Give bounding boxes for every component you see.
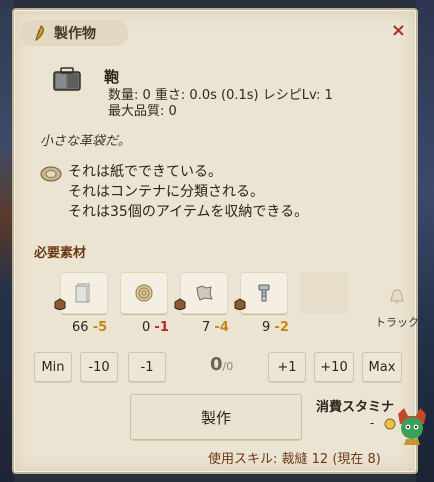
used-skill-line: 使用スキル: 裁縫 12 (現在 8) (208, 452, 381, 467)
quantity-max-button[interactable]: Max (362, 352, 402, 382)
item-stats: 数量: 0 重さ: 0.0s (0.1s) レシピLv: 1 最大品質: 0 (108, 88, 333, 120)
property-line: それはコンテナに分類される。 (68, 184, 264, 200)
quantity-minus1-button[interactable]: -1 (128, 352, 166, 382)
window-title: 製作物 (54, 26, 96, 42)
material-have: 66 (72, 320, 89, 335)
craft-button[interactable]: 製作 (130, 394, 302, 440)
material-slot-rope[interactable] (120, 272, 168, 314)
item-stats-line: 数量: 0 重さ: 0.0s (0.1s) レシピLv: 1 (108, 88, 333, 103)
material-have: 7 (202, 320, 211, 335)
material-have: 0 (142, 320, 151, 335)
bolt-icon (258, 284, 270, 302)
stamina-cost-value: - (370, 416, 396, 430)
stamina-cost: - (370, 416, 375, 430)
quantity-plus1-button[interactable]: +1 (268, 352, 306, 382)
material-slot-leather[interactable] (180, 272, 228, 314)
property-line: それは35個のアイテムを収納できる。 (68, 204, 309, 220)
material-slot-empty (300, 272, 348, 314)
crate-icon (234, 298, 246, 310)
quantity-minus10-button[interactable]: -10 (80, 352, 118, 382)
close-button[interactable]: × (391, 22, 406, 40)
quill-icon (35, 25, 44, 42)
property-line: それは紙でできている。 (68, 164, 222, 180)
required-materials-label: 必要素材 (34, 246, 87, 261)
quantity-display: 0/0 (210, 354, 233, 375)
leather-scrap-icon (196, 285, 213, 301)
material-need: -5 (92, 320, 108, 335)
craft-window: 製作物 × 鞄 数量: 0 重さ: 0.0s (0.1s) レシピLv: 1 最… (12, 8, 426, 474)
quantity-plus10-button[interactable]: +10 (314, 352, 354, 382)
crate-icon (174, 298, 186, 310)
track-label: トラック (375, 316, 419, 329)
material-need: -1 (154, 320, 169, 335)
material-count: 66 -5 (72, 320, 107, 335)
paper-material-icon (40, 166, 62, 182)
rope-coil-icon (135, 284, 153, 302)
mascot-icon (398, 408, 426, 445)
bell-icon (390, 289, 404, 305)
material-need: -2 (274, 320, 289, 335)
track-button[interactable]: トラック (362, 288, 432, 330)
quantity-min-button[interactable]: Min (34, 352, 72, 382)
quantity-max: /0 (222, 360, 234, 373)
paper-icon (75, 283, 90, 303)
material-count: 7 -4 (202, 320, 229, 335)
material-slot-paper[interactable] (60, 272, 108, 314)
window-title-bar[interactable]: 製作物 (20, 20, 128, 46)
material-count: 9 -2 (262, 320, 289, 335)
item-quality-line: 最大品質: 0 (108, 104, 177, 119)
crate-icon (54, 298, 66, 310)
stamina-cost-label: 消費スタミナ (316, 400, 395, 415)
material-count: 0 -1 (142, 320, 169, 335)
item-name: 鞄 (104, 68, 120, 86)
material-have: 9 (262, 320, 271, 335)
material-slot-bolt[interactable] (240, 272, 288, 314)
material-need: -4 (214, 320, 229, 335)
quantity-current: 0 (210, 354, 223, 375)
item-description: 小さな革袋だ。 (40, 134, 131, 149)
bag-icon (53, 67, 81, 91)
